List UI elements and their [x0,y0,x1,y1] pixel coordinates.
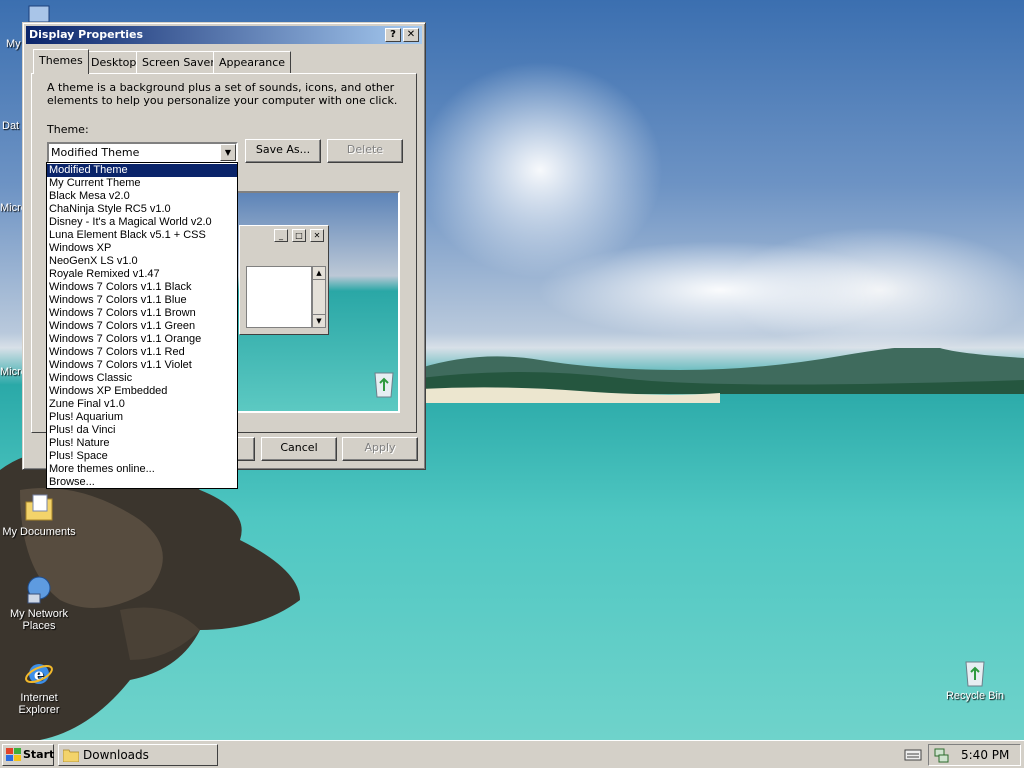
desktop-icon-my-documents[interactable]: My Documents [0,492,78,538]
taskbar: Start Downloads 5:40 PM [0,740,1024,768]
list-item[interactable]: Plus! da Vinci [47,424,237,437]
desktop-icon-label: Recycle Bin [945,690,1005,702]
list-item[interactable]: Windows 7 Colors v1.1 Brown [47,307,237,320]
scroll-up-icon: ▲ [313,267,325,280]
start-button[interactable]: Start [2,744,54,766]
beach-sand [420,387,720,403]
save-as-button[interactable]: Save As... [245,139,321,163]
close-button[interactable]: ✕ [403,28,419,42]
list-item[interactable]: Royale Remixed v1.47 [47,268,237,281]
desktop-icon-recycle-bin[interactable]: Recycle Bin [936,656,1014,702]
list-item[interactable]: Plus! Space [47,450,237,463]
list-item[interactable]: Windows XP Embedded [47,385,237,398]
taskbar-item-downloads[interactable]: Downloads [58,744,218,766]
tab-appearance[interactable]: Appearance [213,51,292,73]
recycle-bin-icon [374,372,394,398]
theme-label: Theme: [47,123,89,136]
desktop-icon-label: My Network Places [9,608,69,632]
theme-select-value: Modified Theme [51,146,140,159]
list-item[interactable]: Windows 7 Colors v1.1 Red [47,346,237,359]
cancel-button[interactable]: Cancel [261,437,337,461]
list-item[interactable]: My Current Theme [47,177,237,190]
desktop-icon-label: Internet Explorer [18,692,60,716]
list-item[interactable]: Windows 7 Colors v1.1 Blue [47,294,237,307]
preview-window: _ □ ✕ ▲ ▼ [239,225,329,335]
desktop-icon-label: Dat [2,120,20,132]
tab-themes[interactable]: Themes [33,49,89,74]
list-item[interactable]: More themes online... [47,463,237,476]
desktop-icon-network-places[interactable]: My Network Places [0,574,78,632]
dialog-titlebar[interactable]: Display Properties ? ✕ [26,26,422,44]
start-label: Start [23,748,55,761]
preview-titlebar: _ □ ✕ [242,228,326,244]
list-item[interactable]: Disney - It's a Magical World v2.0 [47,216,237,229]
theme-select[interactable]: Modified Theme ▼ [47,142,238,163]
documents-icon [25,494,53,521]
list-item[interactable]: ChaNinja Style RC5 v1.0 [47,203,237,216]
list-item[interactable]: Black Mesa v2.0 [47,190,237,203]
keyboard-icon[interactable] [904,748,922,762]
desktop-icon-label: My Documents [2,526,76,538]
windows-logo-icon [6,748,21,761]
minimize-icon: _ [274,229,288,242]
list-item[interactable]: Luna Element Black v5.1 + CSS [47,229,237,242]
list-item[interactable]: Plus! Aquarium [47,411,237,424]
list-item[interactable]: Zune Final v1.0 [47,398,237,411]
list-item[interactable]: Windows Classic [47,372,237,385]
list-item[interactable]: Windows 7 Colors v1.1 Black [47,281,237,294]
recycle-bin-icon [965,661,985,687]
help-button[interactable]: ? [385,28,401,42]
maximize-icon: □ [292,229,306,242]
theme-description: A theme is a background plus a set of so… [47,81,398,107]
folder-icon [63,749,79,762]
apply-button[interactable]: Apply [342,437,418,461]
network-icon [27,576,51,604]
ie-icon: e [25,664,53,684]
list-item[interactable]: Windows 7 Colors v1.1 Violet [47,359,237,372]
taskbar-item-label: Downloads [83,748,149,762]
tab-desktop[interactable]: Desktop [85,51,143,73]
list-item[interactable]: Plus! Nature [47,437,237,450]
scroll-down-icon: ▼ [313,314,325,327]
list-item[interactable]: Browse... [47,476,237,489]
tab-screen-saver[interactable]: Screen Saver [136,51,221,73]
clock[interactable]: 5:40 PM [961,745,1009,765]
list-item[interactable]: Windows 7 Colors v1.1 Orange [47,333,237,346]
list-item[interactable]: NeoGenX LS v1.0 [47,255,237,268]
preview-client-area [246,266,312,328]
delete-button[interactable]: Delete [327,139,403,163]
preview-scrollbar: ▲ ▼ [312,266,326,328]
theme-dropdown-list[interactable]: Modified Theme My Current Theme Black Me… [46,162,238,489]
system-tray: 5:40 PM [928,744,1021,766]
desktop-icon-internet-explorer[interactable]: e Internet Explorer [0,658,78,716]
list-item[interactable]: Modified Theme [47,164,237,177]
chevron-down-icon[interactable]: ▼ [220,144,236,161]
close-icon: ✕ [310,229,324,242]
dialog-title: Display Properties [29,28,144,41]
list-item[interactable]: Windows 7 Colors v1.1 Green [47,320,237,333]
desktop-icon-label: My [6,38,21,50]
network-status-icon[interactable] [933,747,949,763]
list-item[interactable]: Windows XP [47,242,237,255]
